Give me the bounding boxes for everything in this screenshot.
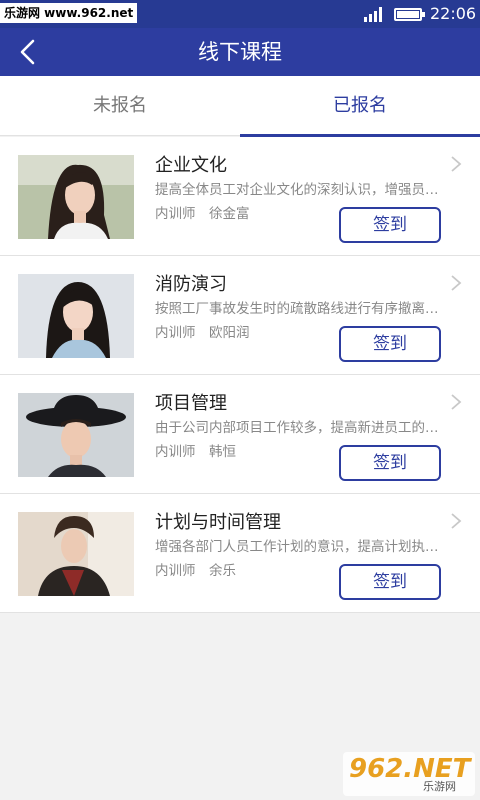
course-list: 企业文化 提高全体员工对企业文化的深刻认识，增强员工凝聚力 内训师 徐金富 签到…: [0, 137, 480, 613]
trainer-role: 内训师: [155, 325, 196, 341]
tab-registered[interactable]: 已报名: [240, 76, 480, 137]
app-header: 线下课程: [0, 28, 480, 76]
watermark-caption: 乐游网: [423, 780, 456, 793]
checkin-button[interactable]: 签到: [339, 326, 441, 362]
watermark-label: 乐游网 www.962.net: [0, 3, 138, 23]
list-item[interactable]: 企业文化 提高全体员工对企业文化的深刻认识，增强员工凝聚力 内训师 徐金富 签到: [0, 137, 480, 256]
trainer-name: 欧阳润: [209, 325, 250, 341]
signal-icon: [364, 6, 384, 22]
course-thumbnail: [18, 155, 134, 239]
course-title: 计划与时间管理: [155, 512, 281, 533]
trainer-name: 徐金富: [209, 206, 250, 222]
course-thumbnail: [18, 512, 134, 596]
page-title: 线下课程: [198, 40, 282, 64]
list-item[interactable]: 计划与时间管理 增强各部门人员工作计划的意识，提高计划执行能力 内训师 余乐 签…: [0, 494, 480, 613]
checkin-button[interactable]: 签到: [339, 564, 441, 600]
chevron-right-icon: [451, 275, 462, 291]
checkin-button[interactable]: 签到: [339, 445, 441, 481]
trainer-role: 内训师: [155, 206, 196, 222]
course-thumbnail: [18, 393, 134, 477]
course-description: 按照工厂事故发生时的疏散路线进行有序撤离演练: [155, 301, 451, 317]
course-description: 增强各部门人员工作计划的意识，提高计划执行能力: [155, 539, 451, 555]
watermark-logo: 962.NET 乐游网: [343, 752, 475, 796]
chevron-right-icon: [451, 513, 462, 529]
trainer-role: 内训师: [155, 563, 196, 579]
course-thumbnail: [18, 274, 134, 358]
course-title: 项目管理: [155, 393, 227, 414]
battery-icon: [394, 8, 425, 21]
list-item[interactable]: 消防演习 按照工厂事故发生时的疏散路线进行有序撤离演练 内训师 欧阳润 签到: [0, 256, 480, 375]
course-description: 提高全体员工对企业文化的深刻认识，增强员工凝聚力: [155, 182, 451, 198]
status-time: 22:06: [430, 4, 477, 23]
course-title: 消防演习: [155, 274, 227, 295]
back-arrow-icon[interactable]: [14, 36, 46, 68]
status-bar: 乐游网 www.962.net 22:06: [0, 0, 480, 28]
course-title: 企业文化: [155, 155, 227, 176]
chevron-right-icon: [451, 156, 462, 172]
trainer-role: 内训师: [155, 444, 196, 460]
chevron-right-icon: [451, 394, 462, 410]
trainer-name: 韩恒: [209, 444, 236, 460]
trainer-name: 余乐: [209, 563, 236, 579]
tab-bar: 未报名 已报名: [0, 76, 480, 137]
tab-unregistered[interactable]: 未报名: [0, 76, 240, 136]
list-item[interactable]: 项目管理 由于公司内部项目工作较多，提高新进员工的管理能力 内训师 韩恒 签到: [0, 375, 480, 494]
checkin-button[interactable]: 签到: [339, 207, 441, 243]
course-description: 由于公司内部项目工作较多，提高新进员工的管理能力: [155, 420, 451, 436]
